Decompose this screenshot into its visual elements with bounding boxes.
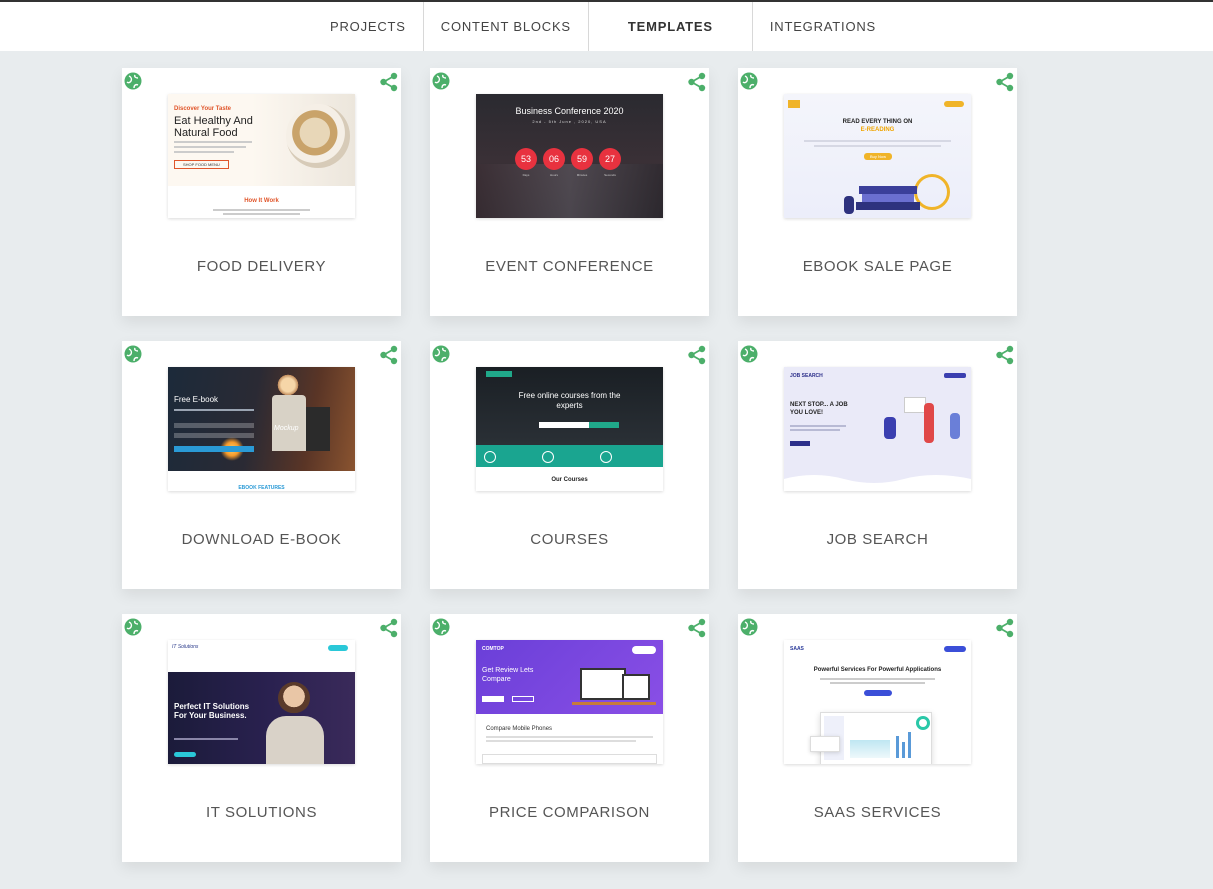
top-navigation-bar: PROJECTS CONTENT BLOCKS TEMPLATES INTEGR… [0, 0, 1213, 51]
template-title[interactable]: DOWNLOAD E-BOOK [122, 531, 401, 548]
countdown-days: 53 [515, 148, 537, 170]
template-title[interactable]: FOOD DELIVERY [122, 258, 401, 275]
preview-subtitle: 2nd - 5th June , 2020, USA [532, 119, 607, 124]
template-card-event-conference[interactable]: Business Conference 2020 2nd - 5th June … [430, 68, 709, 316]
countdown-timer: 53 06 59 27 [515, 148, 621, 170]
globe-icon[interactable] [124, 618, 142, 636]
countdown-seconds: 27 [599, 148, 621, 170]
preview-logo: JOB SEARCH [790, 373, 823, 379]
template-card-food-delivery[interactable]: Discover Your Taste Eat Healthy And Natu… [122, 68, 401, 316]
template-card-ebook-sale-page[interactable]: READ EVERY THING ON E-READING Buy Now EB… [738, 68, 1017, 316]
template-card-price-comparison[interactable]: COMTOP Get Review Lets Compare Compare M… [430, 614, 709, 862]
globe-icon[interactable] [432, 345, 450, 363]
share-icon[interactable] [687, 72, 707, 92]
template-card-job-search[interactable]: JOB SEARCH NEXT STOP... A JOB YOU LOVE! … [738, 341, 1017, 589]
template-card-it-solutions[interactable]: IT Solutions Perfect IT Solutions For Yo… [122, 614, 401, 862]
globe-icon[interactable] [124, 345, 142, 363]
globe-icon[interactable] [432, 72, 450, 90]
preview-logo: SAAS [790, 646, 804, 652]
globe-icon[interactable] [124, 72, 142, 90]
preview-tagline: Discover Your Taste [174, 106, 232, 112]
share-icon[interactable] [995, 618, 1015, 638]
share-icon[interactable] [995, 72, 1015, 92]
preview-button: SHOP FOOD MENU [174, 160, 229, 169]
share-icon[interactable] [379, 72, 399, 92]
share-icon[interactable] [379, 345, 399, 365]
preview-section-title: Our Courses [551, 477, 588, 483]
share-icon[interactable] [379, 618, 399, 638]
template-title[interactable]: EVENT CONFERENCE [430, 258, 709, 275]
preview-headline: Free online courses from the experts [518, 391, 621, 410]
template-title[interactable]: PRICE COMPARISON [430, 804, 709, 821]
template-preview-thumbnail[interactable]: Business Conference 2020 2nd - 5th June … [476, 94, 663, 218]
globe-icon[interactable] [432, 618, 450, 636]
share-icon[interactable] [687, 345, 707, 365]
preview-section-title: How It Work [244, 198, 279, 204]
template-title[interactable]: EBOOK SALE PAGE [738, 258, 1017, 275]
template-grid: Discover Your Taste Eat Healthy And Natu… [122, 68, 1017, 862]
tab-content-blocks[interactable]: CONTENT BLOCKS [424, 2, 589, 51]
share-icon[interactable] [687, 618, 707, 638]
countdown-unit: Seconds [604, 173, 616, 177]
preview-headline: Powerful Services For Powerful Applicati… [813, 667, 942, 673]
countdown-unit: Minutes [576, 173, 588, 177]
tab-projects[interactable]: PROJECTS [313, 2, 424, 51]
tab-integrations[interactable]: INTEGRATIONS [753, 2, 893, 51]
preview-headline: Business Conference 2020 [515, 106, 624, 116]
template-title[interactable]: SAAS SERVICES [738, 804, 1017, 821]
template-preview-thumbnail[interactable]: Discover Your Taste Eat Healthy And Natu… [168, 94, 355, 218]
countdown-minutes: 59 [571, 148, 593, 170]
preview-headline: Eat Healthy And Natural Food [174, 115, 253, 139]
template-title[interactable]: JOB SEARCH [738, 531, 1017, 548]
preview-button: Buy Now [864, 153, 893, 160]
template-preview-thumbnail[interactable]: IT Solutions Perfect IT Solutions For Yo… [168, 640, 355, 764]
preview-headline: Get Review Lets Compare [482, 667, 534, 683]
nav-tabs: PROJECTS CONTENT BLOCKS TEMPLATES INTEGR… [313, 2, 893, 51]
countdown-hours: 06 [543, 148, 565, 170]
globe-icon[interactable] [740, 72, 758, 90]
preview-headline: Perfect IT Solutions For Your Business. [174, 702, 250, 720]
template-preview-thumbnail[interactable]: SAAS Powerful Services For Powerful Appl… [784, 640, 971, 764]
template-card-saas-services[interactable]: SAAS Powerful Services For Powerful Appl… [738, 614, 1017, 862]
preview-logo: IT Solutions [172, 644, 199, 650]
share-icon[interactable] [995, 345, 1015, 365]
preview-section-title: EBOOK FEATURES [238, 485, 285, 491]
template-card-download-e-book[interactable]: Mockup Free E-book EBOOK FEATURES DOWNLO… [122, 341, 401, 589]
template-preview-thumbnail[interactable]: Free online courses from the experts Our… [476, 367, 663, 491]
countdown-unit: Hours [549, 173, 558, 177]
preview-accent-text: E-READING [860, 127, 895, 133]
globe-icon[interactable] [740, 345, 758, 363]
template-card-courses[interactable]: Free online courses from the experts Our… [430, 341, 709, 589]
preview-section-title: Compare Mobile Phones [486, 726, 553, 732]
template-preview-thumbnail[interactable]: Mockup Free E-book EBOOK FEATURES [168, 367, 355, 491]
template-preview-thumbnail[interactable]: JOB SEARCH NEXT STOP... A JOB YOU LOVE! [784, 367, 971, 491]
preview-headline: NEXT STOP... A JOB YOU LOVE! [790, 402, 848, 416]
preview-headline: READ EVERY THING ON [842, 119, 913, 125]
globe-icon[interactable] [740, 618, 758, 636]
template-title[interactable]: IT SOLUTIONS [122, 804, 401, 821]
preview-headline: Free E-book [174, 395, 219, 404]
template-preview-thumbnail[interactable]: READ EVERY THING ON E-READING Buy Now [784, 94, 971, 218]
tab-templates[interactable]: TEMPLATES [589, 2, 753, 51]
countdown-unit: Days [522, 173, 530, 177]
preview-book-mockup: Mockup [274, 425, 299, 432]
template-title[interactable]: COURSES [430, 531, 709, 548]
template-preview-thumbnail[interactable]: COMTOP Get Review Lets Compare Compare M… [476, 640, 663, 764]
preview-logo: COMTOP [482, 646, 504, 652]
